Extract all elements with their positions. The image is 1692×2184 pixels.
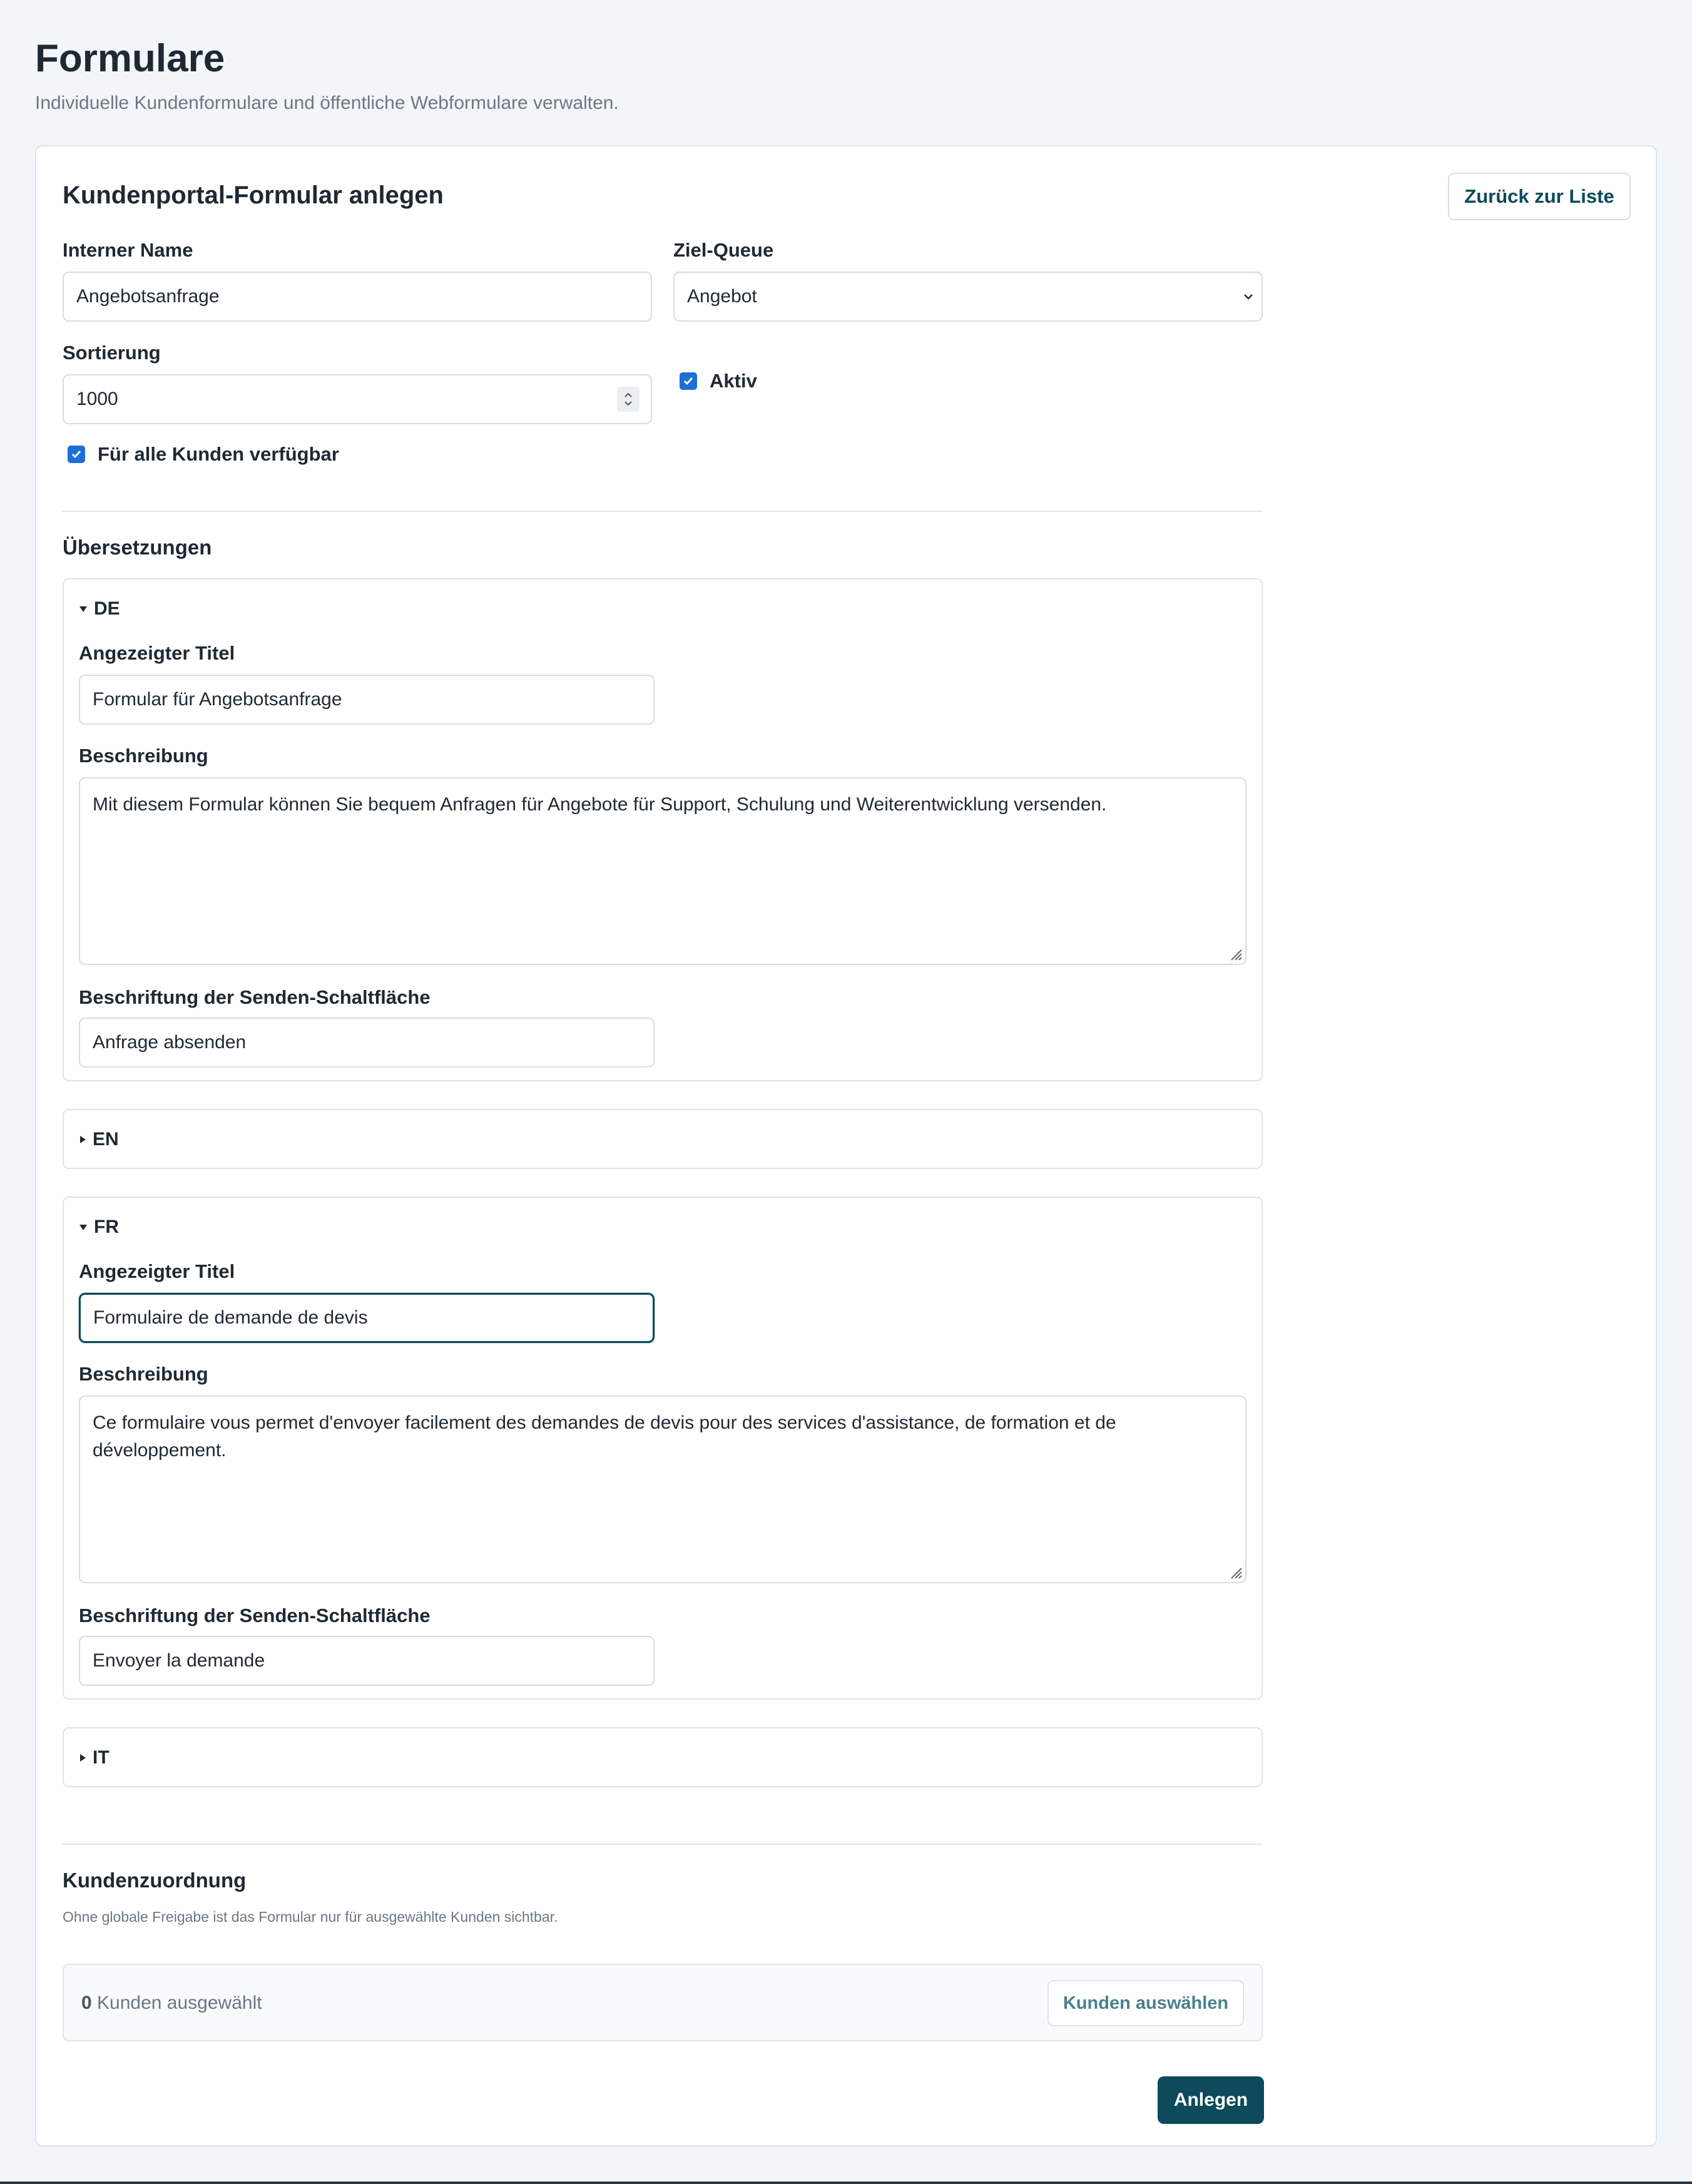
resize-grip-icon[interactable] [1228, 1564, 1243, 1579]
checkmark-icon [683, 377, 693, 385]
bottom-edge [0, 2181, 1692, 2184]
translation-toggle-it[interactable]: IT [79, 1747, 110, 1768]
language-code: IT [93, 1747, 110, 1768]
queue-select[interactable]: Angebot [673, 272, 1263, 322]
title-label: Angezeigter Titel [79, 1260, 235, 1282]
sort-label: Sortierung [63, 342, 161, 364]
select-customers-button[interactable]: Kunden auswählen [1047, 1980, 1244, 2026]
active-label: Aktiv [710, 370, 757, 392]
checkmark-icon [71, 451, 81, 459]
title-value: Formulaire de demande de devis [93, 1307, 368, 1328]
back-to-list-button[interactable]: Zurück zur Liste [1448, 173, 1631, 220]
form-title: Kundenportal-Formular anlegen [63, 181, 444, 209]
translation-panel-de: DE Angezeigter Titel Formular für Angebo… [63, 578, 1263, 1081]
language-code: EN [93, 1129, 119, 1150]
caret-right-icon [80, 1136, 86, 1143]
selected-customers-count: 0 Kunden ausgewählt [81, 1993, 262, 2014]
submit-label-label: Beschriftung der Senden-Schaltfläche [79, 1605, 431, 1626]
translation-panel-en: EN [63, 1109, 1263, 1169]
caret-down-icon [79, 606, 87, 612]
description-label: Beschreibung [79, 1363, 208, 1385]
submit-input-fr[interactable]: Envoyer la demande [79, 1636, 655, 1686]
sort-value: 1000 [76, 389, 118, 409]
all-customers-label: Für alle Kunden verfügbar [98, 443, 339, 465]
submit-label-label: Beschriftung der Senden-Schaltfläche [79, 986, 431, 1008]
language-code: DE [94, 598, 120, 619]
customer-count-suffix: Kunden ausgewählt [91, 1993, 262, 2013]
internal-name-label: Interner Name [63, 239, 193, 261]
customers-help-text: Ohne globale Freigabe ist das Formular n… [63, 1909, 558, 1925]
description-value: Ce formulaire vous permet d'envoyer faci… [93, 1412, 1116, 1461]
customer-selection-box: 0 Kunden ausgewählt Kunden auswählen [63, 1964, 1263, 2041]
create-button[interactable]: Anlegen [1158, 2076, 1264, 2124]
submit-value: Anfrage absenden [93, 1032, 247, 1053]
title-value: Formular für Angebotsanfrage [93, 689, 342, 710]
number-spinner-icon[interactable] [617, 387, 640, 412]
customer-count-number: 0 [81, 1993, 92, 2013]
title-label: Angezeigter Titel [79, 642, 235, 664]
translation-toggle-de[interactable]: DE [79, 598, 120, 620]
translation-panel-fr: FR Angezeigter Titel Formulaire de deman… [63, 1197, 1263, 1700]
active-checkbox[interactable] [680, 372, 697, 390]
form-card: Kundenportal-Formular anlegen Zurück zur… [35, 145, 1657, 2146]
chevron-down-icon [1244, 294, 1253, 300]
translation-panel-it: IT [63, 1727, 1263, 1787]
internal-name-value: Angebotsanfrage [76, 286, 220, 307]
description-textarea-de[interactable]: Mit diesem Formular können Sie bequem An… [79, 777, 1246, 965]
translation-toggle-fr[interactable]: FR [79, 1217, 119, 1238]
caret-down-icon [79, 1225, 87, 1230]
page-subtitle: Individuelle Kundenformulare und öffentl… [35, 93, 619, 113]
divider [63, 511, 1263, 512]
description-label: Beschreibung [79, 745, 208, 767]
resize-grip-icon[interactable] [1228, 946, 1243, 961]
translation-toggle-en[interactable]: EN [79, 1129, 119, 1150]
submit-value: Envoyer la demande [93, 1650, 265, 1671]
divider [63, 1844, 1263, 1845]
title-input-fr[interactable]: Formulaire de demande de devis [79, 1293, 655, 1343]
queue-label: Ziel-Queue [673, 239, 774, 261]
caret-right-icon [80, 1754, 86, 1762]
sort-input[interactable]: 1000 [63, 374, 652, 424]
description-textarea-fr[interactable]: Ce formulaire vous permet d'envoyer faci… [79, 1396, 1246, 1583]
customers-title: Kundenzuordnung [63, 1869, 247, 1892]
queue-value: Angebot [687, 286, 757, 307]
description-value: Mit diesem Formular können Sie bequem An… [93, 794, 1107, 815]
internal-name-input[interactable]: Angebotsanfrage [63, 272, 652, 322]
submit-input-de[interactable]: Anfrage absenden [79, 1018, 655, 1068]
title-input-de[interactable]: Formular für Angebotsanfrage [79, 675, 655, 725]
all-customers-checkbox[interactable] [68, 446, 85, 463]
translations-title: Übersetzungen [63, 536, 212, 559]
language-code: FR [94, 1217, 119, 1237]
page-title: Formulare [35, 37, 225, 80]
